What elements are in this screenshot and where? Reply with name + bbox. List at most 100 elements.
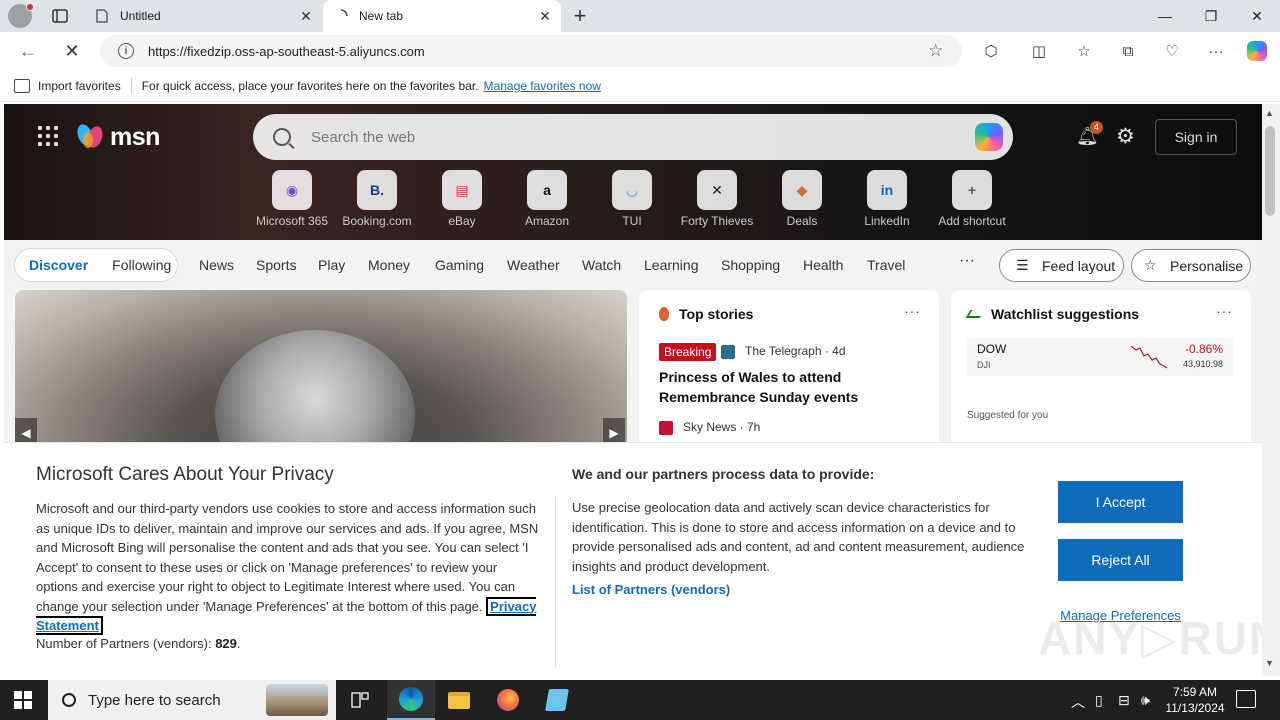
- edge-taskbar-icon[interactable]: [387, 680, 435, 720]
- nav-link-news[interactable]: News: [199, 257, 234, 273]
- nav-link-travel[interactable]: Travel: [867, 257, 905, 273]
- search-highlight-image: [266, 684, 328, 716]
- data-processing-body: Use precise geolocation data and activel…: [572, 500, 1025, 574]
- more-menu-icon[interactable]: ···: [1202, 37, 1230, 65]
- close-tab-icon[interactable]: ✕: [296, 6, 316, 26]
- shortcut-label: Add shortcut: [938, 214, 1006, 228]
- shortcut-tui[interactable]: ◡ TUI: [590, 170, 674, 228]
- person-photo: [215, 330, 415, 450]
- top-stories-card: Top stories ··· Breaking The Telegraph ·…: [639, 290, 939, 450]
- site-info-icon[interactable]: i: [118, 43, 134, 59]
- app-launcher-icon[interactable]: [38, 126, 58, 146]
- close-window-button[interactable]: ✕: [1234, 0, 1280, 32]
- favorites-icon[interactable]: ☆: [1070, 37, 1098, 65]
- shortcut-forty-thieves[interactable]: ✕ Forty Thieves: [675, 170, 759, 228]
- nav-link-watch[interactable]: Watch: [582, 257, 621, 273]
- more-nav-icon[interactable]: ···: [959, 252, 975, 270]
- list-of-partners-link[interactable]: List of Partners (vendors): [572, 582, 730, 597]
- shortcut-add-shortcut[interactable]: + Add shortcut: [930, 170, 1014, 228]
- shortcut-microsoft-365[interactable]: ◉ Microsoft 365: [250, 170, 334, 228]
- taskbar-clock[interactable]: 7:59 AM 11/13/2024: [1160, 684, 1230, 716]
- shortcut-booking-com[interactable]: B. Booking.com: [335, 170, 419, 228]
- divider: [130, 77, 132, 94]
- restore-button[interactable]: ❐: [1188, 0, 1234, 32]
- stop-loading-button[interactable]: ✕: [58, 37, 86, 65]
- telegraph-logo-icon: [721, 345, 735, 359]
- tray-chevron-icon[interactable]: ︿: [1071, 692, 1085, 712]
- card-more-icon[interactable]: ···: [1216, 303, 1233, 319]
- nav-link-sports[interactable]: Sports: [256, 257, 296, 273]
- shortcut-label: eBay: [448, 214, 476, 228]
- tab-discover[interactable]: Discover: [29, 257, 88, 273]
- nav-link-weather[interactable]: Weather: [507, 257, 560, 273]
- manage-favorites-link[interactable]: Manage favorites now: [484, 79, 601, 93]
- sign-in-button[interactable]: Sign in: [1155, 119, 1237, 155]
- address-field[interactable]: i https://fixedzip.oss-ap-southeast-5.al…: [100, 35, 962, 67]
- file-explorer-icon[interactable]: [435, 680, 483, 720]
- story-headline[interactable]: Princess of Wales to attend Remembrance …: [659, 367, 899, 407]
- shortcut-tile-icon: in: [867, 170, 907, 210]
- import-favorites-button[interactable]: Import favorites: [38, 79, 121, 93]
- nav-link-health[interactable]: Health: [803, 257, 843, 273]
- profile-avatar[interactable]: [8, 3, 34, 28]
- watchlist-row[interactable]: DOW DJI -0.86% 43,910.98: [967, 338, 1233, 376]
- back-button[interactable]: ←: [14, 37, 42, 65]
- partners-label: Number of Partners (vendors):: [36, 636, 212, 651]
- tab-untitled[interactable]: Untitled ✕: [84, 0, 322, 32]
- notification-center-icon[interactable]: [1236, 690, 1256, 708]
- shortcut-amazon[interactable]: a Amazon: [505, 170, 589, 228]
- close-tab-icon[interactable]: ✕: [535, 6, 555, 26]
- favorite-star-icon[interactable]: ☆: [928, 41, 948, 61]
- nav-link-money[interactable]: Money: [368, 257, 410, 273]
- tab-actions-icon[interactable]: [50, 7, 70, 25]
- partners-number: 829: [215, 636, 237, 651]
- battery-icon[interactable]: ▯: [1095, 692, 1103, 709]
- new-tab-button[interactable]: +: [568, 3, 592, 28]
- shortcut-deals[interactable]: ◆ Deals: [760, 170, 844, 228]
- profile-alert-dot: [26, 3, 34, 11]
- tab-following[interactable]: Following: [112, 257, 171, 273]
- browser-essentials-icon[interactable]: ♡: [1158, 37, 1186, 65]
- split-screen-icon[interactable]: ◫: [1025, 37, 1053, 65]
- copilot-icon[interactable]: [1243, 37, 1271, 65]
- notifications-button[interactable]: 🔔︎ 4: [1076, 121, 1103, 146]
- scroll-up-icon[interactable]: ▲: [1265, 108, 1274, 118]
- web-search-box[interactable]: Search the web: [253, 114, 1013, 160]
- feed-layout-button[interactable]: ☰ Feed layout: [999, 249, 1124, 282]
- card-more-icon[interactable]: ···: [904, 303, 921, 319]
- personalise-button[interactable]: ☆ Personalise: [1131, 249, 1251, 282]
- taskbar-search-placeholder: Type here to search: [88, 691, 221, 709]
- scroll-thumb[interactable]: [1265, 126, 1275, 216]
- msn-logo[interactable]: msn: [74, 122, 160, 152]
- accept-button[interactable]: I Accept: [1058, 481, 1183, 523]
- import-favorites-icon[interactable]: [14, 78, 30, 93]
- network-icon[interactable]: ⊟: [1118, 692, 1130, 709]
- task-view-icon[interactable]: [336, 680, 384, 720]
- divider: [555, 497, 556, 667]
- nav-link-shopping[interactable]: Shopping: [721, 257, 780, 273]
- nav-link-learning[interactable]: Learning: [644, 257, 699, 273]
- shortcut-ebay[interactable]: ▤ eBay: [420, 170, 504, 228]
- copilot-icon[interactable]: [975, 123, 1003, 151]
- settings-gear-icon[interactable]: ⚙: [1116, 124, 1135, 149]
- sparkline-chart: [1131, 345, 1167, 369]
- stock-symbol: DOW: [977, 342, 1007, 356]
- shortcut-linkedin[interactable]: in LinkedIn: [845, 170, 929, 228]
- hero-story-image[interactable]: ◀ ▶: [15, 290, 627, 450]
- notepad-icon[interactable]: [533, 680, 581, 720]
- scroll-down-icon[interactable]: ▼: [1265, 658, 1274, 668]
- firefox-icon[interactable]: [484, 680, 532, 720]
- collections-icon[interactable]: ⧉: [1114, 37, 1142, 65]
- volume-icon[interactable]: 🕪︎: [1141, 692, 1150, 709]
- taskbar-search-box[interactable]: Type here to search: [48, 680, 336, 720]
- story-source: Sky News · 7h: [683, 420, 761, 434]
- page-scrollbar[interactable]: ▲ ▼: [1262, 104, 1280, 676]
- nav-link-gaming[interactable]: Gaming: [435, 257, 484, 273]
- minimize-button[interactable]: —: [1142, 0, 1188, 32]
- tab-new-tab[interactable]: New tab ✕: [323, 0, 561, 32]
- start-button[interactable]: [14, 691, 32, 709]
- nav-link-play[interactable]: Play: [318, 257, 345, 273]
- extensions-icon[interactable]: ⬡: [977, 37, 1005, 65]
- shortcut-label: LinkedIn: [864, 214, 910, 228]
- reject-all-button[interactable]: Reject All: [1058, 539, 1183, 581]
